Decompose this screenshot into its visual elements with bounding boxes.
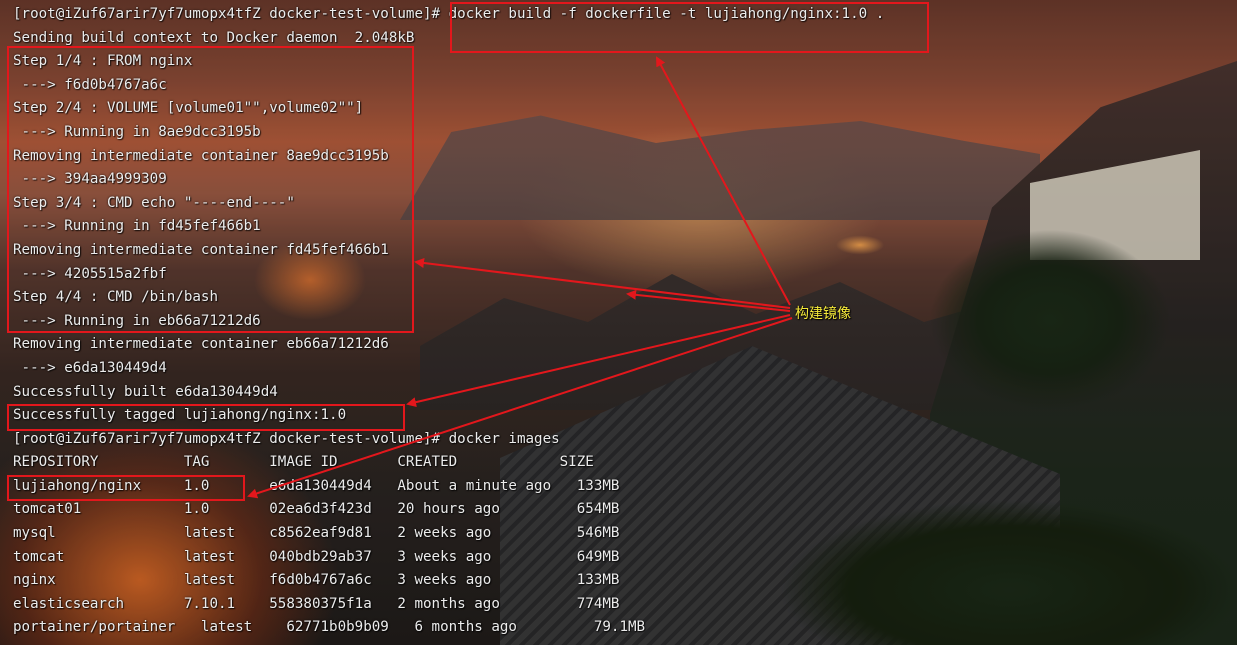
output-line: Successfully built e6da130449d4 — [13, 383, 278, 400]
terminal-screen: [root@iZuf67arir7yf7umopx4tfZ docker-tes… — [0, 0, 1237, 645]
images-command-line: [root@iZuf67arir7yf7umopx4tfZ docker-tes… — [13, 428, 884, 452]
output-line: ---> e6da130449d4 — [13, 359, 167, 376]
images-table-row: portainer/portainer latest 62771b0b9b09 … — [13, 619, 646, 636]
images-table-row: elasticsearch 7.10.1 558380375f1a 2 mont… — [13, 595, 620, 612]
highlight-image-row — [7, 475, 245, 501]
shell-prompt: [root@iZuf67arir7yf7umopx4tfZ docker-tes… — [13, 430, 441, 447]
images-table-row: tomcat01 1.0 02ea6d3f423d 20 hours ago 6… — [13, 501, 620, 518]
shell-prompt: [root@iZuf67arir7yf7umopx4tfZ docker-tes… — [13, 6, 441, 22]
highlight-build-command — [450, 2, 929, 53]
images-table-row: nginx latest f6d0b4767a6c 3 weeks ago 13… — [13, 572, 620, 589]
annotation-label: 构建镜像 — [795, 306, 851, 322]
images-table-row: mysql latest c8562eaf9d81 2 weeks ago 54… — [13, 525, 620, 542]
highlight-build-steps — [7, 46, 414, 333]
images-table-header: REPOSITORY TAG IMAGE ID CREATED SIZE — [13, 454, 594, 471]
images-table-row: tomcat latest 040bdb29ab37 3 weeks ago 6… — [13, 548, 620, 565]
output-line: Removing intermediate container eb66a712… — [13, 336, 389, 353]
highlight-tagged-line — [7, 404, 405, 431]
images-command: docker images — [440, 430, 560, 447]
